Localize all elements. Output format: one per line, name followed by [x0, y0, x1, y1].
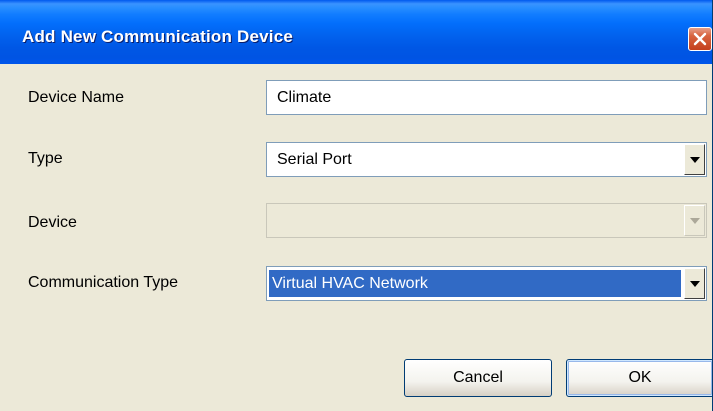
- ok-button[interactable]: OK: [566, 359, 712, 397]
- cancel-button[interactable]: Cancel: [404, 359, 552, 397]
- type-value: Serial Port: [277, 151, 352, 168]
- add-device-dialog: Add New Communication Device Device Name…: [0, 0, 713, 411]
- dialog-title: Add New Communication Device: [22, 27, 294, 46]
- type-label: Type: [28, 150, 63, 167]
- communication-type-value: Virtual HVAC Network: [272, 275, 428, 292]
- chevron-down-icon: [690, 157, 700, 163]
- type-select[interactable]: Serial Port: [266, 142, 707, 177]
- communication-type-select[interactable]: Virtual HVAC Network: [266, 266, 707, 301]
- device-name-value: Climate: [277, 89, 332, 106]
- selected-item-highlight: Virtual HVAC Network: [269, 270, 681, 297]
- chevron-down-icon: [690, 218, 700, 224]
- dialog-body: Device Name Climate Type Serial Port Dev…: [0, 64, 712, 411]
- device-name-field[interactable]: Climate: [266, 80, 707, 115]
- device-name-label: Device Name: [28, 89, 125, 106]
- device-select[interactable]: [266, 203, 707, 238]
- close-button[interactable]: [688, 27, 712, 51]
- chevron-down-icon: [690, 281, 700, 287]
- title-bar[interactable]: Add New Communication Device: [0, 0, 712, 64]
- close-icon: [693, 32, 707, 46]
- device-dropdown-button[interactable]: [684, 205, 705, 236]
- communication-type-label: Communication Type: [28, 274, 178, 291]
- type-dropdown-button[interactable]: [684, 144, 705, 175]
- device-label: Device: [28, 214, 77, 231]
- communication-type-dropdown-button[interactable]: [684, 268, 705, 299]
